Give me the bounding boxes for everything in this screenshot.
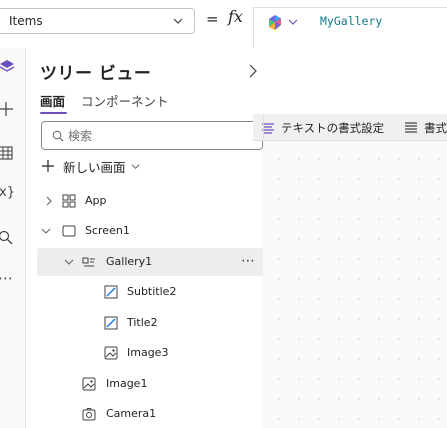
image-icon (82, 377, 96, 391)
tree-node-image3[interactable]: Image3 (37, 339, 267, 367)
left-rail: x} ⋯ (0, 48, 26, 428)
chevron-down-icon[interactable] (41, 226, 51, 236)
plus-icon[interactable] (0, 100, 16, 118)
tree-node-subtitle2[interactable]: Subtitle2 (37, 278, 267, 306)
tree-node-image1[interactable]: Image1 (37, 370, 267, 398)
tree-node-label: Title2 (127, 316, 158, 329)
copilot-chevron-down-icon[interactable] (288, 17, 298, 27)
format-text-label: テキストの書式設定 (281, 120, 385, 135)
search-icon (52, 130, 64, 142)
tree-node-label: Gallery1 (106, 255, 153, 268)
equals-sign: = (206, 10, 219, 28)
search-icon[interactable] (0, 229, 16, 247)
tab-components[interactable]: コンポーネント (81, 91, 169, 110)
variables-icon[interactable]: x} (0, 185, 15, 200)
formula-editor[interactable]: MyGallery (253, 7, 447, 114)
more-options-button[interactable]: ⋯ (241, 253, 256, 269)
tree-view-panel: ツリー ビュー 画面 コンポーネント 新しい画面 App Screen1 Gal… (27, 48, 267, 428)
layers-icon[interactable] (0, 58, 16, 76)
gallery-icon (82, 257, 95, 267)
more-icon[interactable]: ⋯ (0, 269, 13, 287)
design-canvas[interactable] (263, 141, 447, 428)
image-icon (104, 346, 118, 360)
formula-text[interactable]: MyGallery (320, 14, 382, 28)
tree-node-label: App (85, 194, 107, 207)
tree-node-label: Image3 (127, 346, 169, 359)
tree-node-label: Camera1 (106, 407, 157, 420)
text-edit-icon (104, 285, 118, 299)
screen-icon (62, 225, 76, 237)
tree-node-label: Screen1 (85, 224, 130, 237)
tree-node-label: Subtitle2 (127, 285, 177, 298)
active-tab-indicator (40, 112, 67, 114)
chevron-down-icon[interactable] (64, 257, 74, 267)
tree-node-app[interactable]: App (37, 187, 267, 215)
format-button[interactable]: 書式 (404, 114, 447, 141)
align-lines-icon (405, 121, 417, 133)
tree-node-camera1[interactable]: Camera1 (37, 400, 267, 428)
new-screen-button[interactable]: 新しい画面 (41, 155, 140, 177)
app-icon (62, 194, 76, 208)
tree-node-title2[interactable]: Title2 (37, 309, 267, 337)
fx-icon[interactable]: fx (228, 7, 243, 26)
property-dropdown-value: Items (9, 14, 43, 28)
chevron-down-icon (173, 18, 183, 24)
format-label: 書式 (424, 120, 447, 135)
chevron-down-icon (131, 163, 139, 169)
panel-title: ツリー ビュー (40, 64, 152, 84)
property-dropdown[interactable]: Items (0, 8, 195, 34)
tree-node-label: Image1 (106, 377, 148, 390)
text-edit-icon (104, 316, 118, 330)
chevron-right-icon[interactable] (246, 64, 260, 78)
copilot-icon[interactable] (266, 14, 284, 32)
new-screen-label: 新しい画面 (63, 159, 126, 175)
plus-icon (42, 160, 54, 172)
tab-screens[interactable]: 画面 (40, 91, 65, 110)
tree-search-box[interactable] (41, 121, 263, 150)
tree-node-gallery1[interactable]: Gallery1 ⋯ (37, 248, 267, 276)
canvas-toolbar: テキストの書式設定 書式 (253, 114, 447, 141)
format-text-button[interactable]: テキストの書式設定 (261, 114, 384, 141)
tree-node-screen1[interactable]: Screen1 (37, 217, 267, 245)
chevron-right-icon[interactable] (44, 196, 54, 206)
search-input[interactable] (68, 127, 248, 145)
table-icon[interactable] (0, 144, 16, 162)
camera-icon (82, 408, 96, 421)
